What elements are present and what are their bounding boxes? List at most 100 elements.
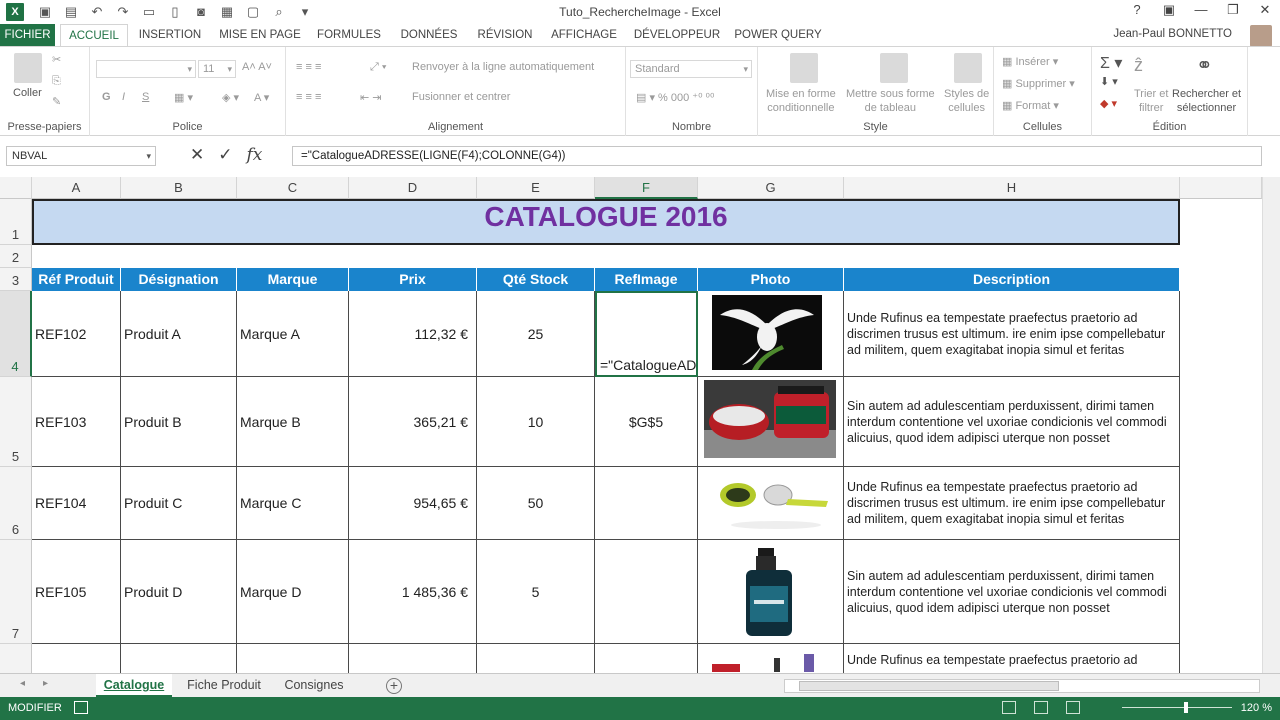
table-cell[interactable]: 10 bbox=[477, 377, 595, 467]
italic-button[interactable]: I bbox=[122, 91, 125, 103]
macro-record-icon[interactable] bbox=[74, 701, 88, 714]
table-cell[interactable]: Produit C bbox=[121, 467, 237, 540]
table-cell[interactable]: Marque A bbox=[237, 291, 349, 377]
table-cell[interactable]: $G$5 bbox=[595, 377, 698, 467]
number-format-combo[interactable]: Standard bbox=[630, 60, 752, 78]
sheet-tab-catalogue[interactable]: Catalogue bbox=[96, 674, 172, 698]
sort-filter-icon[interactable]: ẑ bbox=[1134, 55, 1143, 76]
table-cell[interactable]: Marque B bbox=[237, 377, 349, 467]
table-cell[interactable] bbox=[595, 540, 698, 644]
tab-mise-en-page[interactable]: MISE EN PAGE bbox=[216, 24, 304, 46]
photo-cell[interactable] bbox=[698, 467, 844, 540]
insert-cells-button[interactable]: ▦ Insérer ▾ bbox=[1002, 55, 1058, 68]
table-cell[interactable] bbox=[32, 644, 121, 673]
name-box[interactable]: NBVAL ▾ bbox=[6, 146, 156, 166]
table-cell[interactable] bbox=[121, 644, 237, 673]
row-header[interactable]: 3 bbox=[0, 268, 32, 291]
sheet-nav-arrows-icon[interactable]: ◂▸ bbox=[20, 678, 66, 689]
table-cell[interactable]: 5 bbox=[477, 540, 595, 644]
table-cell[interactable]: 365,21 € bbox=[349, 377, 477, 467]
format-table-button[interactable]: Mettre sous forme de tableau bbox=[846, 87, 935, 115]
row-header[interactable]: 7 bbox=[0, 540, 32, 644]
font-name-combo[interactable] bbox=[96, 60, 196, 78]
table-cell[interactable] bbox=[237, 644, 349, 673]
conditional-format-icon[interactable] bbox=[790, 53, 818, 83]
cell-styles-icon[interactable] bbox=[954, 53, 982, 83]
paste-icon[interactable] bbox=[14, 53, 42, 83]
indent-icon[interactable]: ⇤ ⇥ bbox=[360, 91, 382, 104]
paste-button[interactable]: Coller bbox=[13, 87, 42, 99]
tab-developpeur[interactable]: DÉVELOPPEUR bbox=[630, 24, 724, 46]
conditional-format-button[interactable]: Mise en forme conditionnelle bbox=[766, 87, 836, 115]
tab-revision[interactable]: RÉVISION bbox=[472, 24, 538, 46]
borders-icon[interactable]: ▦ ▾ bbox=[174, 91, 193, 104]
help-icon[interactable]: ? bbox=[1130, 2, 1144, 18]
cancel-icon[interactable]: ✕ bbox=[190, 145, 204, 165]
normal-view-icon[interactable] bbox=[1002, 701, 1016, 714]
cut-icon[interactable]: ✂ bbox=[52, 53, 61, 66]
autosum-icon[interactable]: Σ ▾ bbox=[1100, 53, 1122, 73]
table-cell[interactable]: Marque D bbox=[237, 540, 349, 644]
merge-center-button[interactable]: Fusionner et centrer bbox=[412, 91, 510, 103]
fill-icon[interactable]: ⬇ ▾ bbox=[1100, 75, 1118, 88]
tab-affichage[interactable]: AFFICHAGE bbox=[546, 24, 622, 46]
align-top-icon[interactable]: ≡ ≡ ≡ bbox=[296, 61, 321, 73]
formula-input[interactable]: ="CatalogueADRESSE(LIGNE(F4);COLONNE(G4)… bbox=[292, 146, 1262, 166]
product-photo[interactable] bbox=[716, 473, 834, 533]
clear-icon[interactable]: ◆ ▾ bbox=[1100, 97, 1117, 110]
tab-formules[interactable]: FORMULES bbox=[312, 24, 386, 46]
tab-insertion[interactable]: INSERTION bbox=[134, 24, 206, 46]
add-sheet-icon[interactable]: + bbox=[386, 678, 402, 694]
table-header[interactable]: Marque bbox=[237, 268, 349, 291]
table-cell[interactable]: 112,32 € bbox=[349, 291, 477, 377]
column-header[interactable]: B bbox=[121, 177, 237, 199]
table-cell[interactable]: Unde Rufinus ea tempestate praefectus pr… bbox=[844, 291, 1180, 377]
table-cell[interactable]: Sin autem ad adulescentiam perduxissent,… bbox=[844, 540, 1180, 644]
table-cell[interactable] bbox=[595, 467, 698, 540]
column-header[interactable] bbox=[1180, 177, 1262, 199]
table-cell[interactable]: 50 bbox=[477, 467, 595, 540]
table-header[interactable]: Qté Stock bbox=[477, 268, 595, 291]
active-cell-editing[interactable]: ="CatalogueAD bbox=[595, 291, 698, 377]
horizontal-scrollbar[interactable] bbox=[784, 679, 1260, 693]
format-table-icon[interactable] bbox=[880, 53, 908, 83]
table-cell[interactable]: REF103 bbox=[32, 377, 121, 467]
font-size-combo[interactable]: 11 bbox=[198, 60, 236, 78]
avatar[interactable] bbox=[1250, 25, 1272, 47]
table-cell[interactable]: REF105 bbox=[32, 540, 121, 644]
table-cell[interactable] bbox=[477, 644, 595, 673]
table-cell[interactable]: Produit A bbox=[121, 291, 237, 377]
table-cell[interactable] bbox=[595, 644, 698, 673]
page-layout-view-icon[interactable] bbox=[1034, 701, 1048, 714]
tab-power-query[interactable]: POWER QUERY bbox=[732, 24, 824, 46]
row-header[interactable] bbox=[0, 644, 32, 673]
zoom-level[interactable]: 120 % bbox=[1241, 702, 1272, 714]
tab-donnees[interactable]: DONNÉES bbox=[394, 24, 464, 46]
format-painter-icon[interactable]: ✎ bbox=[52, 95, 61, 108]
table-cell[interactable]: Produit B bbox=[121, 377, 237, 467]
orientation-icon[interactable]: ⤢ ▾ bbox=[370, 61, 386, 74]
row-header[interactable]: 4 bbox=[0, 291, 32, 377]
table-header[interactable]: Réf Produit bbox=[32, 268, 121, 291]
accounting-icon[interactable]: ▤ ▾ % 000 ⁺⁰ ⁰⁰ bbox=[636, 91, 714, 104]
select-all-corner[interactable] bbox=[0, 177, 32, 199]
fill-color-icon[interactable]: ◈ ▾ bbox=[222, 91, 239, 104]
product-photo[interactable] bbox=[704, 380, 836, 458]
cell-styles-button[interactable]: Styles de cellules bbox=[944, 87, 989, 115]
page-break-view-icon[interactable] bbox=[1066, 701, 1080, 714]
grow-font-icon[interactable]: A˄ A˅ bbox=[242, 61, 272, 73]
sheet-tab-fiche-produit[interactable]: Fiche Produit bbox=[178, 674, 270, 698]
wrap-text-button[interactable]: Renvoyer à la ligne automatiquement bbox=[412, 61, 594, 73]
copy-icon[interactable]: ⎘ bbox=[52, 75, 61, 88]
table-cell[interactable]: 25 bbox=[477, 291, 595, 377]
column-header[interactable]: F bbox=[595, 177, 698, 199]
scroll-thumb[interactable] bbox=[799, 681, 1059, 691]
bold-button[interactable]: G bbox=[102, 91, 111, 103]
column-header[interactable]: H bbox=[844, 177, 1180, 199]
table-cell[interactable]: 1 485,36 € bbox=[349, 540, 477, 644]
column-header[interactable]: G bbox=[698, 177, 844, 199]
table-cell[interactable]: Unde Rufinus ea tempestate praefectus pr… bbox=[844, 644, 1180, 673]
sheet-tab-consignes[interactable]: Consignes bbox=[276, 674, 352, 698]
column-header[interactable]: A bbox=[32, 177, 121, 199]
row-header[interactable]: 6 bbox=[0, 467, 32, 540]
